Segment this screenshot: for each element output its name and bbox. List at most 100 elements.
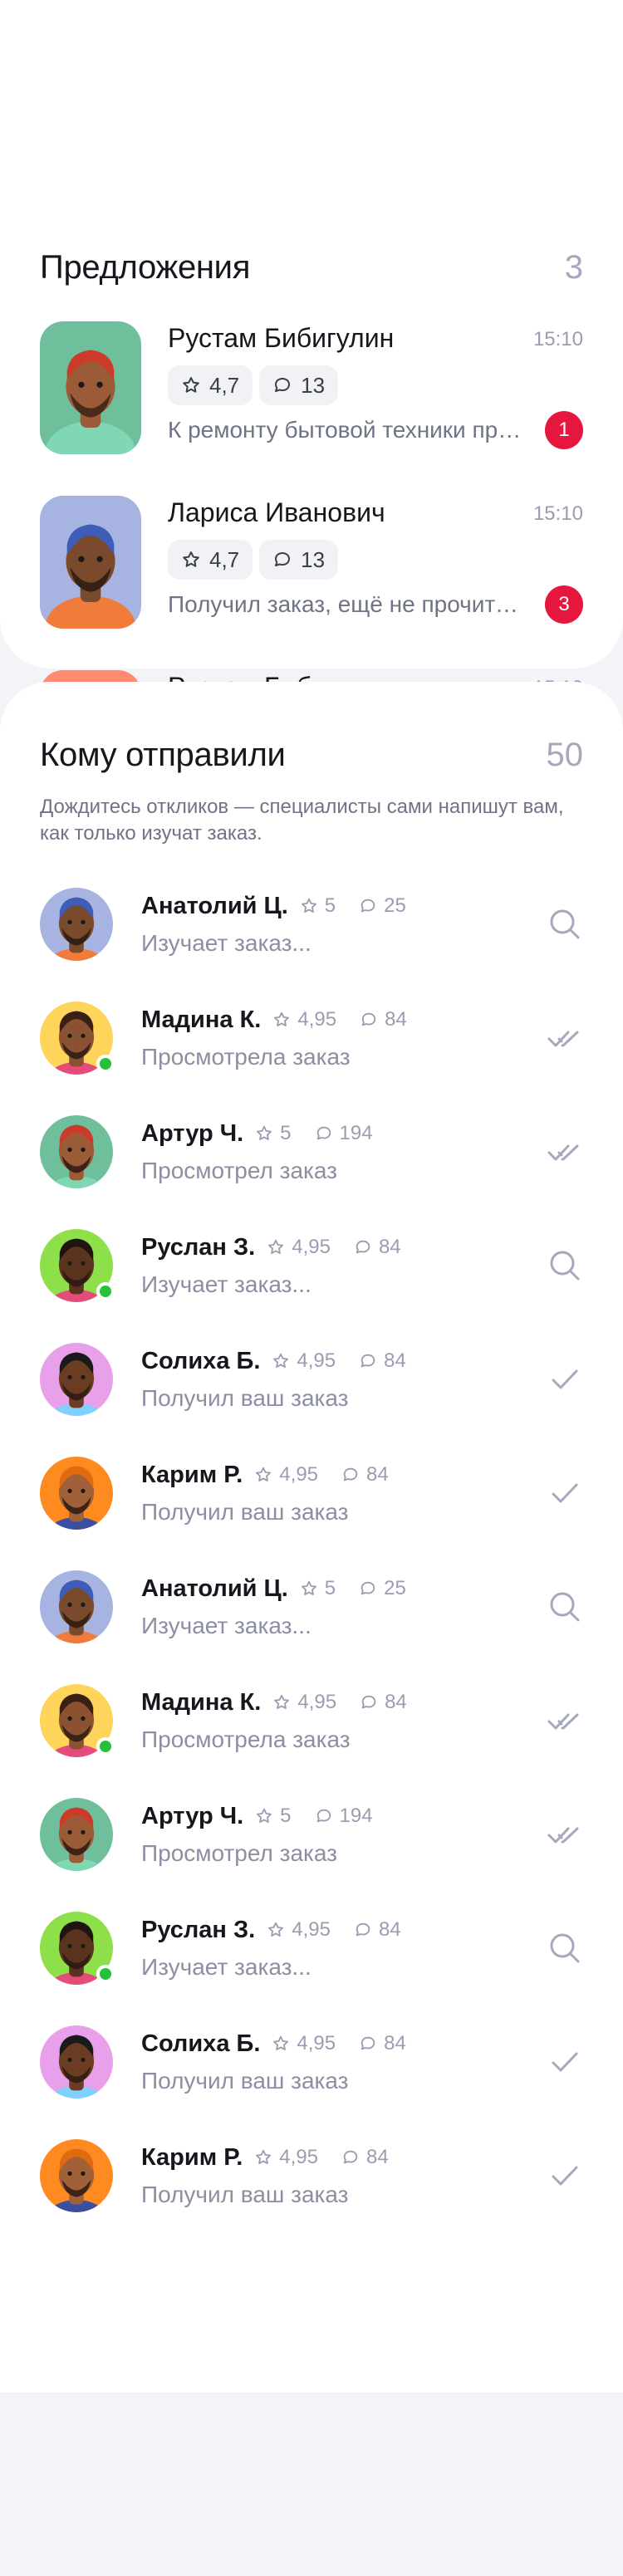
specialist-name: Анатолий Ц.: [141, 1574, 288, 1602]
check-icon: [547, 1475, 583, 1511]
star-icon: [267, 1921, 285, 1939]
list-item-top: Артур Ч. 5 194: [141, 1803, 583, 1830]
status-text: Получил ваш заказ: [141, 2067, 349, 2094]
comment-icon: [272, 550, 292, 570]
comments-chip: 13: [259, 540, 339, 580]
list-item-top: Солиха Б. 4,95 84: [141, 2030, 583, 2058]
specialist-meta: 4,95 84: [254, 2146, 389, 2169]
list-item-body: Руслан З. 4,95 84 Изучает заказ...: [141, 1917, 583, 1981]
list-item[interactable]: Руслан З. 4,95 84 Изучает заказ...: [40, 1228, 583, 1303]
sent-title: Кому отправили: [40, 737, 286, 773]
list-item-top: Анатолий Ц. 5 25: [141, 1575, 583, 1603]
list-item[interactable]: Артур Ч. 5 194 Просмотрел заказ: [40, 1114, 583, 1189]
search-icon: [547, 1930, 583, 1966]
comments-value: 84: [366, 1463, 389, 1486]
status-text: Изучает заказ...: [141, 1612, 312, 1638]
avatar: [40, 1229, 115, 1302]
online-indicator: [96, 1965, 115, 1983]
list-item-top: Руслан З. 4,95 84: [141, 1917, 583, 1944]
specialist-meta: 4,95 84: [272, 1349, 406, 1373]
offer-chips: 4,7 13: [168, 365, 583, 405]
comments-value: 194: [339, 1805, 373, 1827]
offer-name: Рустам Бибигулин: [168, 323, 395, 353]
list-item[interactable]: Мадина К. 4,95 84 Просмотрела заказ: [40, 1001, 583, 1075]
comments-value: 84: [385, 1691, 407, 1713]
list-item-body: Солиха Б. 4,95 84 Получил ваш заказ: [141, 1348, 583, 1412]
offer-item[interactable]: Рустам Бибигулин 15:10 4,7 13 К ремонту …: [40, 321, 583, 454]
status-text: Получил ваш заказ: [141, 2181, 349, 2207]
specialist-meta: 5 194: [255, 1805, 373, 1828]
list-item[interactable]: Руслан З. 4,95 84 Изучает заказ...: [40, 1911, 583, 1986]
list-item[interactable]: Солиха Б. 4,95 84 Получил ваш заказ: [40, 1342, 583, 1417]
search-icon: [547, 1589, 583, 1625]
rating-value: 5: [324, 894, 336, 917]
rating-value: 5: [280, 1122, 292, 1144]
check-icon: [547, 2157, 583, 2194]
comment-icon: [341, 2148, 360, 2167]
specialist-name: Карим Р.: [141, 2143, 243, 2171]
list-item-body: Артур Ч. 5 194 Просмотрел заказ: [141, 1120, 583, 1184]
star-icon: [272, 1693, 291, 1712]
offer-time: 15:10: [532, 502, 583, 525]
list-item-body: Артур Ч. 5 194 Просмотрел заказ: [141, 1803, 583, 1867]
specialist-name: Анатолий Ц.: [141, 892, 288, 919]
star-icon: [272, 2035, 290, 2053]
offer-item[interactable]: Лариса Иванович 15:10 4,7 13 Получил зак…: [40, 496, 583, 629]
list-item[interactable]: Карим Р. 4,95 84 Получил ваш заказ: [40, 2138, 583, 2213]
comments-value: 84: [385, 1008, 407, 1031]
list-item-top: Солиха Б. 4,95 84: [141, 1348, 583, 1375]
list-item-top: Мадина К. 4,95 84: [141, 1689, 583, 1717]
sent-count: 50: [546, 737, 584, 773]
rating-value: 4,95: [279, 2146, 319, 2168]
list-item[interactable]: Анатолий Ц. 5 25 Изучает заказ...: [40, 887, 583, 962]
avatar: [40, 1457, 113, 1530]
avatar: [40, 888, 113, 961]
comment-icon: [272, 375, 292, 395]
avatar: [40, 1115, 113, 1188]
double-check-icon: [547, 1134, 583, 1170]
comments-value: 84: [384, 2032, 406, 2054]
offers-count: 3: [564, 249, 583, 286]
status-text: Просмотрела заказ: [141, 1726, 351, 1752]
star-icon: [300, 897, 318, 915]
status-text: Изучает заказ...: [141, 1271, 312, 1297]
offers-card: Предложения 3 Рустам Бибигулин 15:10 4,7…: [0, 0, 623, 803]
specialist-name: Руслан З.: [141, 1233, 256, 1261]
avatar: [40, 1798, 113, 1871]
star-icon: [181, 375, 201, 395]
specialist-meta: 5 25: [300, 894, 406, 918]
sent-subtitle: Дождитесь откликов — специалисты сами на…: [40, 796, 564, 845]
avatar: [40, 496, 141, 629]
status-text: Изучает заказ...: [141, 929, 312, 956]
online-indicator: [96, 1055, 115, 1073]
list-item-top: Анатолий Ц. 5 25: [141, 893, 583, 920]
double-check-icon: [547, 1816, 583, 1853]
list-item[interactable]: Анатолий Ц. 5 25 Изучает заказ...: [40, 1570, 583, 1644]
star-icon: [255, 1124, 273, 1143]
list-item-body: Карим Р. 4,95 84 Получил ваш заказ: [141, 2144, 583, 2208]
sent-header: Кому отправили 50: [40, 737, 583, 774]
offer-body: Лариса Иванович 15:10 4,7 13 Получил зак…: [168, 496, 583, 629]
list-item-top: Артур Ч. 5 194: [141, 1120, 583, 1148]
specialist-name: Карим Р.: [141, 1461, 243, 1488]
list-item[interactable]: Карим Р. 4,95 84 Получил ваш заказ: [40, 1456, 583, 1530]
offer-chips: 4,7 13: [168, 540, 583, 580]
specialist-name: Руслан З.: [141, 1916, 256, 1943]
specialist-meta: 4,95 84: [267, 1236, 401, 1259]
star-icon: [254, 1466, 272, 1484]
avatar: [40, 321, 141, 454]
avatar: [40, 1570, 113, 1643]
status-text: Получил ваш заказ: [141, 1498, 349, 1525]
list-item[interactable]: Артур Ч. 5 194 Просмотрел заказ: [40, 1797, 583, 1872]
list-item-body: Анатолий Ц. 5 25 Изучает заказ...: [141, 893, 583, 957]
rating-value: 4,95: [297, 1349, 336, 1372]
comments-value: 25: [384, 1577, 406, 1599]
rating-value: 4,95: [292, 1918, 331, 1941]
rating-value: 4,7: [209, 372, 240, 398]
list-item[interactable]: Солиха Б. 4,95 84 Получил ваш заказ: [40, 2025, 583, 2099]
status-text: Просмотрел заказ: [141, 1157, 338, 1183]
list-item[interactable]: Мадина К. 4,95 84 Просмотрела заказ: [40, 1683, 583, 1758]
specialist-meta: 4,95 84: [272, 2032, 406, 2055]
list-item-body: Солиха Б. 4,95 84 Получил ваш заказ: [141, 2030, 583, 2094]
comments-value: 84: [366, 2146, 389, 2168]
